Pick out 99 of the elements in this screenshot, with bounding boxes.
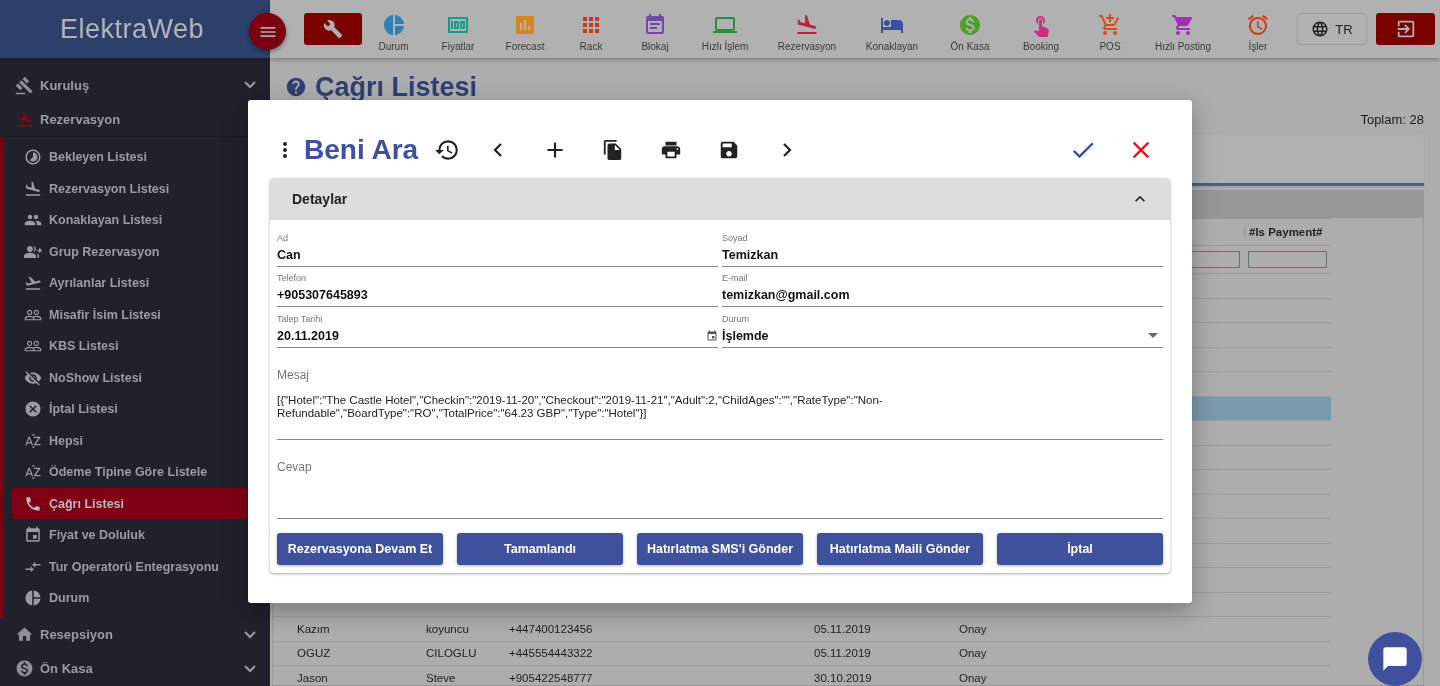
toolbar-item[interactable]: Forecast (491, 6, 559, 52)
sidebar-item[interactable]: NoShow Listesi (12, 361, 270, 394)
more-icon (283, 142, 287, 158)
status-cell-text: Onay (959, 622, 988, 635)
phone-cell-text: +445554443322 (509, 647, 594, 660)
plane-landing-icon (24, 179, 42, 198)
action-button[interactable]: Hatırlatma Maili Gönder (817, 532, 983, 565)
sidebar-item[interactable]: Bekleyen Listesi (12, 141, 270, 173)
pie-chart-icon (24, 589, 42, 607)
total-count: Toplam: 28 (1360, 112, 1424, 127)
toolbar-item[interactable]: Fiyatlar (425, 6, 491, 52)
action-button[interactable]: İptal (997, 532, 1163, 565)
chevron-down-icon (244, 630, 256, 639)
toolbar-item[interactable]: POS (1075, 6, 1145, 52)
wrench-icon (323, 19, 343, 39)
first-name-cell-text: OGUZ (297, 647, 332, 660)
sidebar-item[interactable]: Ayrılanlar Listesi (12, 267, 270, 299)
toolbar-item[interactable]: Ön Kasa (933, 6, 1007, 52)
sidebar-item[interactable]: Grup Rezervasyon (12, 235, 270, 268)
last-name-cell-text: Steve (426, 671, 457, 684)
input-field[interactable]: Soyad Temizkan (722, 226, 1163, 267)
help-icon (285, 76, 307, 98)
chat-button[interactable] (1368, 632, 1422, 686)
input-field[interactable]: E-mail temizkan@gmail.com (722, 266, 1163, 307)
section-header[interactable]: Detaylar (270, 178, 1170, 220)
table-row[interactable]: Jason Steve +905422548777 30.10.2019 Onay (273, 666, 1331, 685)
table-row[interactable]: OGUZ CILOGLU +445554443322 05.11.2019 Onay (273, 641, 1331, 666)
toolbar-item[interactable]: İşler (1221, 6, 1295, 52)
column-header[interactable]: #Is Payment# (1244, 226, 1331, 238)
history-icon (434, 137, 461, 163)
sort-alpha-icon (24, 431, 42, 450)
date-cell-text: 05.11.2019 (814, 622, 872, 635)
dialog-title: Beni Ara (304, 134, 419, 166)
logo: ElektraWeb (60, 13, 205, 45)
logout-button[interactable] (1376, 13, 1435, 45)
chevron-right-icon (782, 143, 792, 157)
sidebar-item[interactable]: Rezervasyon Listesi (12, 172, 270, 205)
toolbar-item[interactable]: Konaklayan (851, 6, 933, 52)
plane-takeoff-icon (24, 274, 42, 292)
phone-cell-text: +905422548777 (509, 671, 594, 684)
input-field[interactable]: Ad Can (277, 226, 718, 267)
settings-button[interactable] (304, 13, 362, 45)
sidebar-item[interactable]: Konaklayan Listesi (12, 204, 270, 236)
sidebar-section[interactable]: Resepsiyon (0, 617, 270, 652)
sidebar-item[interactable]: İptal Listesi (12, 393, 270, 425)
language-button[interactable]: TR (1297, 13, 1367, 45)
action-button[interactable]: Rezervasyona Devam Et (277, 532, 443, 565)
chevron-down-icon (244, 81, 256, 90)
toolbar-item[interactable]: Blokaj (623, 6, 687, 52)
toolbar-item[interactable]: Hızlı İşlem (687, 6, 763, 52)
sidebar-item[interactable]: Ödeme Tipine Göre Listele (12, 456, 270, 488)
sidebar-section[interactable]: Kuruluş (0, 68, 270, 103)
dropdown-arrow-icon (1148, 333, 1158, 338)
sidebar-section[interactable]: Ön Kasa (0, 651, 270, 686)
toolbar-item[interactable]: Booking (1007, 6, 1075, 52)
status-cell-text: Onay (959, 671, 988, 684)
eye-off-icon (24, 368, 42, 387)
gavel-icon (15, 75, 34, 95)
message-field[interactable]: Mesaj [{"Hotel":"The Castle Hotel","Checkin":"2019-11-20","Checkout":"2019-11-21","Adult":2,"ChildAges":"","RateType":"Non-Refundable","BoardType":"RO","TotalPrice":"64.23 GBP","Type":"Hotel"}] (277, 347, 1163, 440)
sidebar-item[interactable]: Tur Operatorü Entegrasyonu (12, 550, 270, 583)
action-button[interactable]: Hatırlatma SMS'i Gönder (637, 532, 803, 565)
dollar-icon (15, 659, 34, 679)
page-title: Çağrı Listesi (315, 71, 478, 103)
sidebar-item[interactable]: Fiyat ve Doluluk (12, 519, 270, 551)
date-field[interactable]: Talep Tarihi 20.11.2019 (277, 307, 718, 348)
sidebar-item[interactable]: KBS Listesi (12, 330, 270, 362)
chevron-down-icon (244, 664, 256, 673)
input-field[interactable]: Telefon +905307645893 (277, 266, 718, 307)
table-row[interactable]: Kazım koyuncu +447400123456 05.11.2019 Onay (273, 617, 1331, 642)
last-name-cell-text: CILOGLU (426, 647, 478, 660)
toolbar-item[interactable]: Hızlı Posting (1145, 6, 1221, 52)
timelapse-icon (24, 148, 42, 166)
first-name-cell-text: Jason (297, 671, 329, 684)
date-cell-text: 30.10.2019 (814, 671, 873, 684)
plane-landing-icon (15, 109, 34, 129)
select-field[interactable]: Durum İşlemde (722, 307, 1163, 348)
filter-field[interactable] (1248, 251, 1327, 268)
reply-field[interactable]: Cevap (277, 439, 1163, 519)
globe-icon (1311, 20, 1330, 38)
toolbar-item[interactable]: Durum (362, 6, 425, 52)
date-cell-text: 05.11.2019 (814, 647, 872, 660)
toolbar-item[interactable]: Rezervasyon (763, 6, 851, 52)
action-button[interactable]: Tamamlandı (457, 532, 623, 565)
calendar-icon (706, 329, 718, 342)
chevron-left-icon (492, 143, 502, 157)
phone-cell-text: +447400123456 (509, 622, 594, 635)
last-name-cell-text: koyuncu (426, 622, 470, 635)
cancel-icon (24, 400, 42, 418)
calendar-icon (24, 526, 42, 544)
phone-icon (24, 494, 42, 513)
sidebar-item[interactable]: Hepsi (12, 424, 270, 457)
sidebar-item[interactable]: Durum (12, 582, 270, 614)
status-cell-text: Onay (959, 647, 988, 660)
sort-alpha-icon (24, 463, 42, 481)
first-name-cell-text: Kazım (297, 622, 331, 635)
toolbar-item[interactable]: Rack (559, 6, 623, 52)
printer-icon (660, 139, 683, 161)
sidebar-item[interactable]: Misafir İsim Listesi (12, 298, 270, 331)
chat-bubble-icon (1381, 645, 1409, 673)
